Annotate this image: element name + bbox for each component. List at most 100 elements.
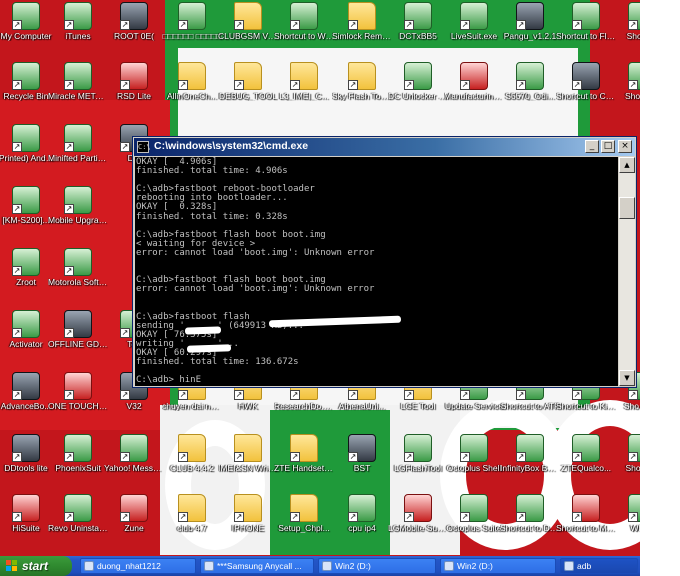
- desktop-icon[interactable]: ↗ S5570_Odi...: [500, 60, 560, 120]
- desktop-icon[interactable]: ↗Sho FTD: [612, 60, 640, 120]
- desktop-icon-image: ↗: [290, 494, 318, 522]
- desktop-icon[interactable]: ↗CLUBGSM Ver 6.0Pro: [218, 0, 278, 60]
- shortcut-arrow-icon: ↗: [572, 452, 582, 462]
- shortcut-arrow-icon: ↗: [178, 390, 188, 400]
- desktop-icon[interactable]: ↗ DCTxBB5: [388, 0, 448, 60]
- desktop-icon[interactable]: ↗ LGFlashTool: [388, 432, 448, 492]
- taskbar-button[interactable]: adb: [560, 558, 638, 574]
- desktop-icon[interactable]: ↗Shortcut to WP7 Dow...: [274, 0, 334, 60]
- desktop-icon[interactable]: ↗LGMobile Support Tool: [388, 492, 448, 552]
- maximize-button[interactable]: □: [601, 140, 615, 153]
- desktop-icon[interactable]: ↗Simlock Remote Client: [332, 0, 392, 60]
- desktop-icon-image: ↗: [628, 494, 640, 522]
- desktop-icon-label: ROOT 0E(: [114, 31, 154, 41]
- shortcut-arrow-icon: ↗: [64, 204, 74, 214]
- start-button[interactable]: start: [0, 556, 72, 576]
- desktop-icon-image: ↗: [572, 62, 600, 90]
- desktop-icon[interactable]: ↗Sho volu: [612, 432, 640, 492]
- shortcut-arrow-icon: ↗: [120, 20, 130, 30]
- shortcut-arrow-icon: ↗: [120, 328, 130, 338]
- desktop-icon[interactable]: ↗ iTunes: [48, 0, 108, 60]
- taskbar-button[interactable]: ***Samsung Anycall ...: [200, 558, 314, 574]
- desktop-icon[interactable]: ↗Shortcut to MTB_NK2_40: [556, 492, 616, 552]
- desktop-icon[interactable]: ↗ PhoenixSuit: [48, 432, 108, 492]
- shortcut-arrow-icon: ↗: [572, 20, 582, 30]
- desktop-icon[interactable]: ↗IMEI&SN Writer V1.5.3: [218, 432, 278, 492]
- shortcut-arrow-icon: ↗: [348, 20, 358, 30]
- desktop-icon[interactable]: ↗ Octoplus Shell: [444, 432, 504, 492]
- windows-flag-icon: [6, 560, 18, 572]
- desktop-icon[interactable]: ↗Manufacturing Flash Tool: [444, 60, 504, 120]
- scroll-down-button[interactable]: ▼: [619, 370, 635, 386]
- desktop-icon[interactable]: ↗ Pangu_v1.2.1: [500, 0, 560, 60]
- desktop-icon[interactable]: ↗ONE TOUCH Upgrade ...: [48, 370, 108, 430]
- desktop-icon-image: ↗: [178, 434, 206, 462]
- desktop-icon[interactable]: ↗OFFLINE GDUFBRM: [48, 308, 108, 368]
- shortcut-arrow-icon: ↗: [460, 390, 470, 400]
- desktop-icon[interactable]: ↗Yahoo! Messenger: [104, 432, 164, 492]
- taskbar-button[interactable]: Win2 (D:): [318, 558, 436, 574]
- shortcut-arrow-icon: ↗: [628, 390, 638, 400]
- shortcut-arrow-icon: ↗: [348, 80, 358, 90]
- close-button[interactable]: ×: [618, 140, 632, 153]
- desktop-icon[interactable]: ↗ CLUB 4.4.2: [162, 432, 222, 492]
- desktop-icon[interactable]: ↗ L3_IMEI_C...: [274, 60, 334, 120]
- desktop-icon-label: Minifted Partition ...: [48, 153, 108, 163]
- desktop-icon[interactable]: ↗ cpu ip4: [332, 492, 392, 552]
- minimize-button[interactable]: _: [585, 140, 599, 153]
- desktop-icon[interactable]: ↗ □□□□□□ □□□□□: [162, 0, 222, 60]
- desktop-icon[interactable]: ↗DC Unlocker client: [388, 60, 448, 120]
- cmd-title-bar[interactable]: C:\ C:\windows\system32\cmd.exe _ □ ×: [134, 138, 635, 156]
- console-output[interactable]: OKAY [ 4.906s] finished. total time: 4.90…: [135, 157, 618, 386]
- desktop-icon[interactable]: ↗ IPHONE: [218, 492, 278, 552]
- shortcut-arrow-icon: ↗: [290, 390, 300, 400]
- desktop-icon-label: Update Service: [444, 401, 504, 411]
- desktop-icon[interactable]: ↗Miracle META 3G ver 6.1394.1: [48, 60, 108, 120]
- desktop-icon[interactable]: ↗ RSD Lite: [104, 60, 164, 120]
- desktop-icon[interactable]: ↗ DEBUG_TOOL: [218, 60, 278, 120]
- desktop-icon-label: Octoplus Suite: [446, 523, 502, 533]
- desktop-icon[interactable]: ↗Sho Odi: [612, 0, 640, 60]
- desktop-icon-image: ↗: [64, 434, 92, 462]
- desktop-icon[interactable]: ↗ZTE Handset software ...: [274, 432, 334, 492]
- desktop-icon[interactable]: ↗ ZTEQualco...: [556, 432, 616, 492]
- desktop-icon[interactable]: ↗Shortcut to Dragon_V3.60: [500, 492, 560, 552]
- desktop-icon[interactable]: ↗Shortcut to FlashTool: [556, 0, 616, 60]
- vertical-scrollbar[interactable]: ▲ ▼: [619, 157, 635, 386]
- desktop-icon[interactable]: ↗Sky Flash Tool 2014 RB: [332, 60, 392, 120]
- desktop-icon[interactable]: ↗ BST: [332, 432, 392, 492]
- console-line: finished. total time: 0.328s: [136, 211, 288, 222]
- desktop-icon[interactable]: ↗ club 4.7: [162, 492, 222, 552]
- desktop-icon[interactable]: ↗WP_2: [612, 492, 640, 552]
- desktop-icon[interactable]: ↗ Mobile Upgrad...: [48, 184, 108, 244]
- desktop-icon-label: Sho volu: [625, 463, 640, 473]
- desktop-icon-image: ↗: [460, 62, 488, 90]
- desktop-icon[interactable]: ↗Revo Uninstaller Pro: [48, 492, 108, 552]
- desktop-icon-image: ↗: [120, 434, 148, 462]
- desktop-icon[interactable]: ↗ Motorola Softw...: [48, 246, 108, 306]
- desktop-icon-image: ↗: [572, 434, 600, 462]
- desktop-icon[interactable]: ↗ LiveSuit.exe: [444, 0, 504, 60]
- desktop-icon[interactable]: ↗ AllinOneCh...: [162, 60, 222, 120]
- desktop-icon-image: ↗: [572, 494, 600, 522]
- desktop-icon[interactable]: ↗ Zune: [104, 492, 164, 552]
- cmd-window[interactable]: C:\ C:\windows\system32\cmd.exe _ □ × OK…: [132, 136, 637, 388]
- scroll-thumb[interactable]: [619, 197, 635, 219]
- taskbar-button[interactable]: Win2 (D:): [440, 558, 556, 574]
- desktop-icon-image: ↗: [404, 2, 432, 30]
- desktop-icon[interactable]: ↗ InfinityBox BEST: [500, 432, 560, 492]
- desktop-icon-image: ↗: [460, 2, 488, 30]
- desktop-icon[interactable]: ↗ Setup_Chpl...: [274, 492, 334, 552]
- shortcut-arrow-icon: ↗: [234, 80, 244, 90]
- scroll-up-button[interactable]: ▲: [619, 157, 635, 173]
- desktop-icon-image: ↗: [64, 186, 92, 214]
- desktop-icon[interactable]: ↗ Octoplus Suite: [444, 492, 504, 552]
- taskbar-button[interactable]: duong_nhat1212: [80, 558, 196, 574]
- desktop-icon-label: Shortcut to MTB_NK2_40: [556, 523, 616, 533]
- desktop-icon[interactable]: ↗ ROOT 0E(: [104, 0, 164, 60]
- desktop-icon-label: Shortcut to Dragon_V3.60: [500, 523, 560, 533]
- desktop-icon[interactable]: ↗Shortcut to CPG_Drag...: [556, 60, 616, 120]
- shortcut-arrow-icon: ↗: [12, 266, 22, 276]
- desktop-icon[interactable]: ↗Minifted Partition ...: [48, 122, 108, 182]
